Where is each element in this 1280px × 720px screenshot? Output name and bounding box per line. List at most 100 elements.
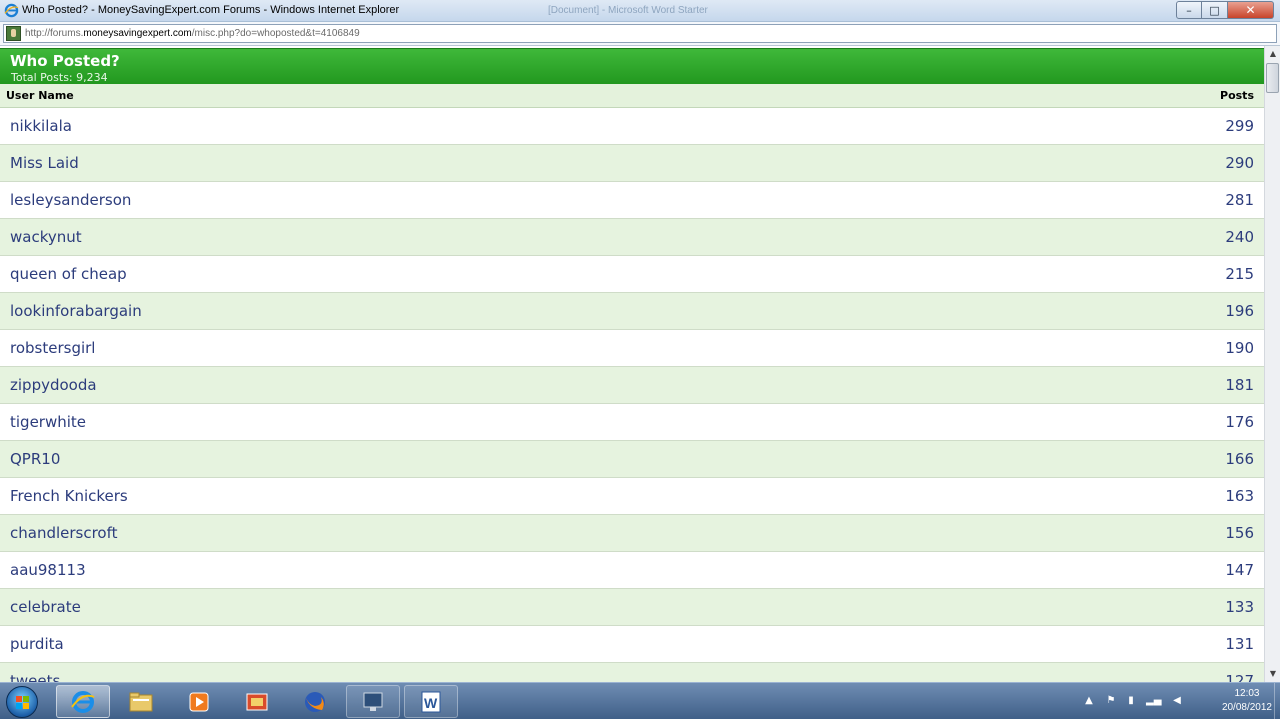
svg-text:W: W <box>424 695 438 711</box>
word-taskbar-icon[interactable]: W <box>404 685 458 718</box>
volume-icon[interactable]: ◀ <box>1170 695 1184 707</box>
table-row: lesleysanderson 281 <box>0 182 1264 219</box>
user-name-link[interactable]: celebrate <box>10 598 81 616</box>
table-row: robstersgirl 190 <box>0 330 1264 367</box>
post-count: 299 <box>1225 117 1254 135</box>
post-count: 131 <box>1225 635 1254 653</box>
post-count: 215 <box>1225 265 1254 283</box>
firefox-icon <box>305 691 325 712</box>
maximize-button[interactable]: □ <box>1202 1 1228 19</box>
user-name-link[interactable]: Miss Laid <box>10 154 79 172</box>
app-taskbar-icon[interactable] <box>230 685 284 718</box>
user-name-link[interactable]: lesleysanderson <box>10 191 131 209</box>
vertical-scrollbar[interactable]: ▲ ▼ <box>1264 46 1280 682</box>
table-row: purdita 131 <box>0 626 1264 663</box>
address-url[interactable]: http://forums.moneysavingexpert.com/misc… <box>25 28 360 39</box>
power-icon[interactable]: ▮ <box>1124 695 1138 707</box>
file-explorer-taskbar-icon[interactable] <box>114 685 168 718</box>
url-host: moneysavingexpert.com <box>83 28 192 39</box>
close-button[interactable]: ✕ <box>1228 1 1274 19</box>
user-name-link[interactable]: zippydooda <box>10 376 97 394</box>
url-path: /misc.php?do=whoposted&t=4106849 <box>191 28 360 39</box>
post-count: 156 <box>1225 524 1254 542</box>
table-row: wackynut 240 <box>0 219 1264 256</box>
table-row: chandlerscroft 156 <box>0 515 1264 552</box>
table-row: QPR10 166 <box>0 441 1264 478</box>
window-title: Who Posted? - MoneySavingExpert.com Foru… <box>22 4 400 16</box>
user-name-link[interactable]: French Knickers <box>10 487 128 505</box>
post-count: 240 <box>1225 228 1254 246</box>
post-count: 281 <box>1225 191 1254 209</box>
user-name-link[interactable]: chandlerscroft <box>10 524 118 542</box>
media-player-taskbar-icon[interactable] <box>172 685 226 718</box>
window-title-bar[interactable]: Who Posted? - MoneySavingExpert.com Foru… <box>0 0 1280 22</box>
user-name-link[interactable]: QPR10 <box>10 450 60 468</box>
internet-explorer-icon <box>71 690 95 713</box>
action-center-flag-icon[interactable]: ⚑ <box>1104 695 1118 707</box>
user-name-link[interactable]: wackynut <box>10 228 82 246</box>
post-count: 147 <box>1225 561 1254 579</box>
address-bar: http://forums.moneysavingexpert.com/misc… <box>0 22 1280 46</box>
table-row: queen of cheap 215 <box>0 256 1264 293</box>
table-header: User Name Posts <box>0 84 1264 108</box>
system-tray: ▲ ⚑ ▮ ▂▄ ◀ 12:03 20/08/2012 <box>1080 683 1280 720</box>
table-row: lookinforabargain 196 <box>0 293 1264 330</box>
post-count: 133 <box>1225 598 1254 616</box>
clock-time: 12:03 <box>1234 688 1260 699</box>
minimize-button[interactable]: – <box>1176 1 1202 19</box>
app-icon <box>246 693 268 710</box>
start-button[interactable] <box>6 686 38 718</box>
internet-explorer-taskbar-icon[interactable] <box>56 685 110 718</box>
column-header-user-name: User Name <box>6 89 74 102</box>
window-controls: – □ ✕ <box>1176 1 1274 19</box>
post-count: 181 <box>1225 376 1254 394</box>
clock-date: 20/08/2012 <box>1221 702 1272 713</box>
table-row: tigerwhite 176 <box>0 404 1264 441</box>
post-count: 190 <box>1225 339 1254 357</box>
show-hidden-icons-icon[interactable]: ▲ <box>1082 695 1096 707</box>
system-clock[interactable]: 12:03 20/08/2012 <box>1222 687 1272 715</box>
address-field[interactable]: http://forums.moneysavingexpert.com/misc… <box>3 24 1277 43</box>
poster-table-body: nikkilala 299 Miss Laid 290 lesleysanderson 2… <box>0 108 1264 682</box>
table-row: celebrate 133 <box>0 589 1264 626</box>
scrollbar-thumb[interactable] <box>1266 63 1279 93</box>
network-signal-icon[interactable]: ▂▄ <box>1146 695 1161 707</box>
table-row: aau98113 147 <box>0 552 1264 589</box>
scroll-up-arrow-icon[interactable]: ▲ <box>1266 46 1280 62</box>
user-name-link[interactable]: robstersgirl <box>10 339 95 357</box>
table-row: zippydooda 181 <box>0 367 1264 404</box>
internet-explorer-icon <box>4 3 19 18</box>
table-row: tweets 127 <box>0 663 1264 682</box>
firefox-taskbar-icon[interactable] <box>288 685 342 718</box>
who-posted-header: Who Posted? Total Posts: 9,234 <box>0 48 1264 84</box>
total-posts-label: Total Posts: 9,234 <box>11 71 108 84</box>
folder-icon <box>129 692 153 711</box>
user-name-link[interactable]: tweets <box>10 672 60 682</box>
post-count: 166 <box>1225 450 1254 468</box>
page-title: Who Posted? <box>10 52 120 70</box>
word-icon: W <box>421 691 441 712</box>
column-header-posts: Posts <box>1220 89 1254 102</box>
media-player-icon <box>189 692 209 711</box>
user-name-link[interactable]: lookinforabargain <box>10 302 142 320</box>
remote-desktop-taskbar-icon[interactable] <box>346 685 400 718</box>
scroll-down-arrow-icon[interactable]: ▼ <box>1266 666 1280 682</box>
user-name-link[interactable]: queen of cheap <box>10 265 127 283</box>
user-name-link[interactable]: nikkilala <box>10 117 72 135</box>
post-count: 176 <box>1225 413 1254 431</box>
table-row: Miss Laid 290 <box>0 145 1264 182</box>
url-prefix: http://forums. <box>25 28 84 39</box>
monitor-icon <box>363 692 383 711</box>
show-desktop-button[interactable] <box>1274 683 1280 720</box>
page-content: Who Posted? Total Posts: 9,234 User Name… <box>0 46 1264 682</box>
taskbar: W ▲ ⚑ ▮ ▂▄ ◀ 12:03 20/08/2012 <box>0 682 1280 720</box>
user-name-link[interactable]: aau98113 <box>10 561 86 579</box>
windows-logo-icon <box>16 696 30 710</box>
user-name-link[interactable]: tigerwhite <box>10 413 86 431</box>
table-row: French Knickers 163 <box>0 478 1264 515</box>
background-window-title: [Document] - Microsoft Word Starter <box>548 5 708 16</box>
site-favicon-icon <box>6 26 21 41</box>
user-name-link[interactable]: purdita <box>10 635 64 653</box>
post-count: 196 <box>1225 302 1254 320</box>
post-count: 290 <box>1225 154 1254 172</box>
